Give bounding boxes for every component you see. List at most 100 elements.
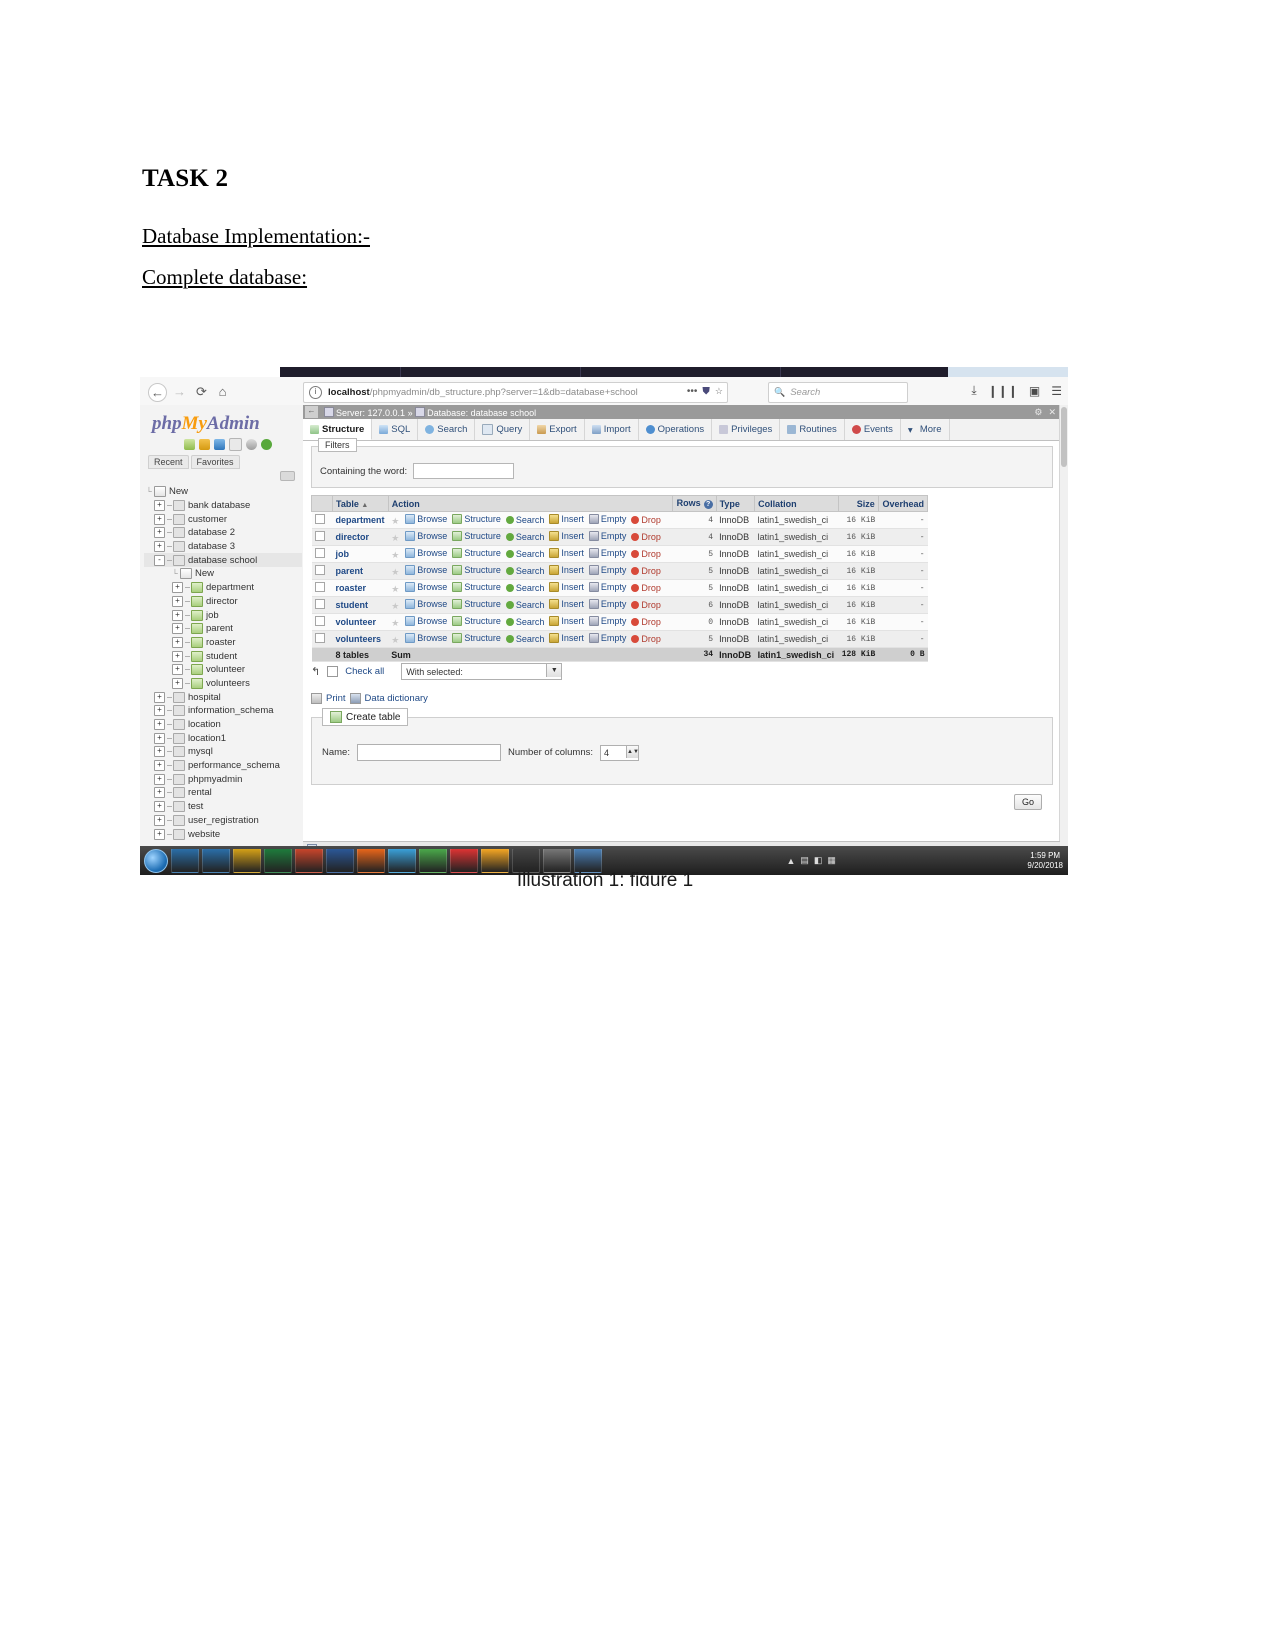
action-search[interactable]: Search	[505, 600, 544, 610]
row-checkbox[interactable]	[314, 599, 325, 609]
row-checkbox[interactable]	[314, 633, 325, 643]
tree-expander-icon[interactable]: +	[172, 650, 183, 662]
action-insert[interactable]: Insert	[549, 547, 584, 558]
tree-expander-icon[interactable]: -	[154, 554, 165, 566]
tree-node-database-school[interactable]: - database school	[144, 553, 302, 568]
action-insert[interactable]: Insert	[549, 615, 584, 626]
windows-start-icon[interactable]	[144, 848, 168, 873]
favorite-star-icon[interactable]: ★	[391, 618, 399, 628]
tree-node-rental[interactable]: + rental	[144, 786, 302, 800]
action-drop[interactable]: Drop	[631, 634, 661, 644]
header-table[interactable]: Table ▲	[332, 495, 389, 512]
action-empty[interactable]: Empty	[588, 564, 627, 575]
tree-node-website[interactable]: + website	[144, 827, 302, 841]
tab-query[interactable]: Query	[475, 419, 531, 440]
action-label[interactable]: Browse	[417, 565, 447, 575]
action-empty[interactable]: Empty	[588, 547, 627, 558]
home-icon[interactable]: ⌂	[214, 383, 231, 400]
action-drop[interactable]: Drop	[631, 583, 661, 593]
tree-node-mysql[interactable]: + mysql	[144, 745, 302, 759]
favorite-star-icon[interactable]: ★	[391, 516, 399, 526]
action-label[interactable]: Empty	[601, 565, 627, 575]
tree-expander-icon[interactable]: +	[154, 773, 165, 785]
action-drop[interactable]: Drop	[631, 515, 661, 525]
action-empty[interactable]: Empty	[588, 581, 626, 592]
close-icon[interactable]: ✕	[1048, 407, 1056, 418]
header-type[interactable]: Type	[715, 495, 756, 512]
row-checkbox[interactable]	[314, 531, 325, 541]
action-label[interactable]: Insert	[561, 599, 584, 609]
tab-events[interactable]: Events	[845, 419, 901, 440]
sql-query-icon[interactable]	[199, 439, 210, 450]
action-label[interactable]: Structure	[464, 514, 501, 524]
tree-expander-icon[interactable]: +	[154, 814, 165, 826]
action-empty[interactable]: Empty	[588, 632, 627, 643]
info-circle-icon[interactable]: i	[309, 386, 322, 399]
action-insert[interactable]: Insert	[549, 513, 584, 524]
search-bar[interactable]: 🔍 Search	[768, 382, 908, 403]
action-search[interactable]: Search	[505, 515, 545, 525]
stepper-arrows-icon[interactable]: ▲▼	[626, 745, 639, 758]
breadcrumb-database[interactable]: Database: database school	[427, 408, 536, 418]
gear-icon[interactable]: ⚙	[1034, 407, 1042, 418]
tree-node-director[interactable]: + director	[144, 595, 302, 609]
row-checkbox[interactable]	[314, 565, 325, 575]
tree-expander-icon[interactable]: +	[172, 623, 183, 635]
tree-expander-icon[interactable]: +	[154, 746, 165, 758]
tree-expander-icon[interactable]: +	[154, 828, 165, 840]
taskbar-clock[interactable]: 1:59 PM 9/20/2018	[1027, 851, 1063, 871]
action-label[interactable]: Empty	[601, 531, 627, 541]
tab-structure[interactable]: Structure	[303, 419, 373, 440]
tree-node-location1[interactable]: + location1	[144, 731, 302, 745]
action-structure[interactable]: Structure	[452, 513, 501, 524]
favorite-star-icon[interactable]: ★	[391, 550, 399, 560]
action-drop[interactable]: Drop	[631, 549, 661, 559]
favorite-star-icon[interactable]: ★	[391, 601, 399, 611]
action-label[interactable]: Search	[516, 634, 545, 644]
action-label[interactable]: Search	[516, 515, 545, 525]
table-name-cell[interactable]: volunteer	[332, 613, 389, 631]
tree-node-user-registration[interactable]: + user_registration	[144, 814, 302, 828]
action-label[interactable]: Drop	[641, 583, 661, 593]
tree-expander-icon[interactable]: +	[154, 691, 165, 703]
action-browse[interactable]: Browse	[405, 513, 447, 524]
action-drop[interactable]: Drop	[631, 617, 661, 627]
columns-count-stepper[interactable]: 4 ▲▼	[600, 744, 639, 761]
favorite-star-icon[interactable]: ★	[391, 584, 399, 594]
action-structure[interactable]: Structure	[452, 547, 501, 558]
action-browse[interactable]: Browse	[405, 632, 447, 643]
action-browse[interactable]: Browse	[405, 581, 447, 592]
action-label[interactable]: Insert	[561, 565, 584, 575]
tree-node-performance-schema[interactable]: + performance_schema	[144, 759, 302, 773]
action-label[interactable]: Structure	[464, 565, 501, 575]
action-insert[interactable]: Insert	[549, 564, 584, 575]
table-name-cell[interactable]: roaster	[332, 579, 389, 597]
action-label[interactable]: Search	[516, 583, 545, 593]
action-label[interactable]: Empty	[601, 514, 627, 524]
tree-node-parent[interactable]: + parent	[144, 622, 302, 636]
action-empty[interactable]: Empty	[588, 513, 627, 524]
favorite-star-icon[interactable]: ★	[391, 567, 399, 577]
scrollbar-thumb[interactable]	[1061, 407, 1067, 467]
action-label[interactable]: Insert	[561, 531, 584, 541]
tab-search[interactable]: Search	[418, 419, 476, 440]
tree-expander-icon[interactable]: +	[154, 705, 165, 717]
action-label[interactable]: Empty	[601, 548, 627, 558]
table-name-cell[interactable]: parent	[332, 562, 389, 580]
download-icon[interactable]: ⤓	[971, 383, 976, 398]
back-arrow-icon[interactable]: ←	[148, 383, 167, 402]
tree-node-phpmyadmin[interactable]: + phpmyadmin	[144, 772, 302, 786]
action-browse[interactable]: Browse	[405, 564, 447, 575]
action-label[interactable]: Empty	[601, 616, 627, 626]
url-bar[interactable]: i localhost/phpmyadmin/db_structure.php?…	[303, 382, 728, 403]
action-label[interactable]: Structure	[464, 633, 501, 643]
ellipsis-icon[interactable]: •••	[687, 386, 698, 397]
tree-node-bank-database[interactable]: + bank database	[144, 499, 302, 513]
browser-tab-strip[interactable]	[280, 367, 1068, 377]
header-collation[interactable]: Collation	[754, 495, 839, 512]
volume-icon[interactable]: ◧	[814, 855, 823, 866]
action-label[interactable]: Empty	[601, 633, 627, 643]
tree-node-new[interactable]: └ New	[144, 567, 302, 581]
action-browse[interactable]: Browse	[405, 547, 447, 558]
tree-expander-icon[interactable]: +	[172, 636, 183, 648]
